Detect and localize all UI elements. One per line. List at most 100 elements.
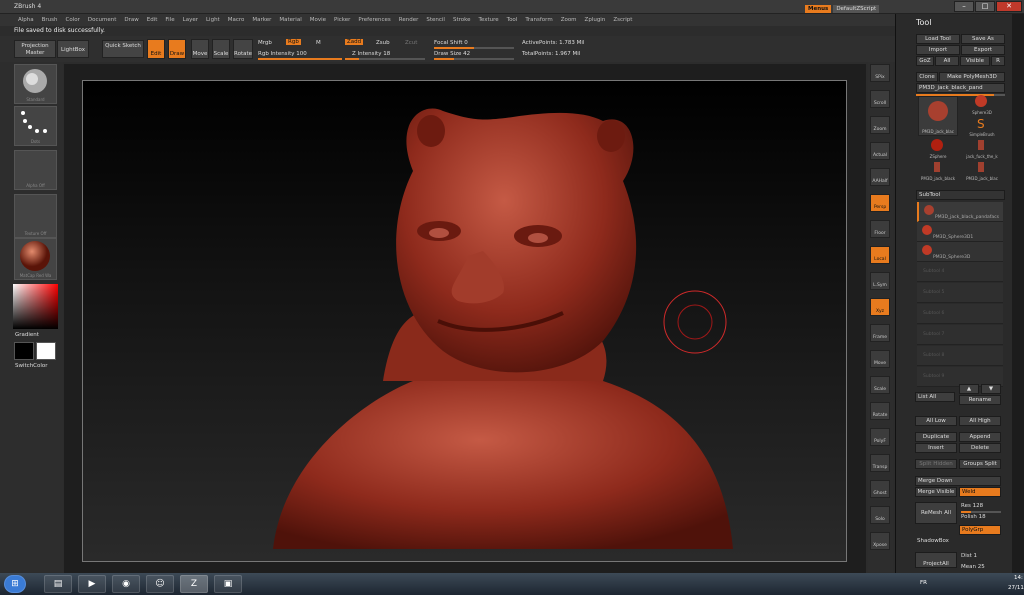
subtool-row[interactable]: PM3D_jack_black_pandafacs — [917, 202, 1003, 222]
subtool-empty-slot[interactable]: Subtool 8 — [917, 346, 1003, 366]
subtool-empty-slot[interactable]: Subtool 4 — [917, 262, 1003, 282]
all-low-button[interactable]: All Low — [915, 416, 957, 426]
menu-item-document[interactable]: Document — [84, 17, 121, 23]
language-indicator[interactable]: FR — [920, 580, 927, 586]
draw-size-slider[interactable] — [434, 58, 514, 60]
menu-item-stroke[interactable]: Stroke — [449, 17, 475, 23]
draw-size-label[interactable]: Draw Size 42 — [434, 51, 470, 57]
explorer-taskbar-icon[interactable]: ▤ — [44, 575, 72, 593]
secondary-color-swatch[interactable] — [14, 342, 34, 360]
subtool-empty-slot[interactable]: Subtool 6 — [917, 304, 1003, 324]
shelf-button-spix[interactable]: SPix — [870, 64, 890, 82]
subtool-header[interactable]: SubTool — [916, 190, 1005, 200]
current-tool-name[interactable]: PM3D_jack_black_pand — [916, 83, 1005, 93]
shelf-button-polyf[interactable]: PolyF — [870, 428, 890, 446]
menu-item-file[interactable]: File — [161, 17, 178, 23]
menu-item-movie[interactable]: Movie — [306, 17, 330, 23]
color-picker[interactable] — [13, 284, 58, 329]
tool-thumb-sphere[interactable]: Sphere3D — [962, 94, 1002, 116]
subtool-empty-slot[interactable]: Subtool 7 — [917, 325, 1003, 345]
weld-toggle[interactable]: Weld — [959, 487, 1001, 497]
chrome-taskbar-icon[interactable]: ◉ — [112, 575, 140, 593]
menu-item-alpha[interactable]: Alpha — [14, 17, 38, 23]
media-player-taskbar-icon[interactable]: ▶ — [78, 575, 106, 593]
arrow-up-button[interactable]: ▲ — [959, 384, 979, 394]
shelf-button-xyz[interactable]: Xyz — [870, 298, 890, 316]
arrow-down-button[interactable]: ▼ — [981, 384, 1001, 394]
insert-button[interactable]: Insert — [915, 443, 957, 453]
zsub-toggle[interactable]: Zsub — [376, 40, 390, 46]
duplicate-button[interactable]: Duplicate — [915, 432, 957, 442]
texture-selector[interactable]: Texture Off — [14, 194, 57, 238]
list-all-button[interactable]: List All — [915, 392, 955, 402]
focal-shift-slider[interactable] — [434, 47, 514, 49]
maximize-button[interactable]: □ — [975, 1, 995, 12]
res-label[interactable]: Res 128 — [961, 503, 983, 509]
script-button[interactable]: DefaultZScript — [833, 5, 880, 13]
tool-thumb-zsphere[interactable]: ZSphere — [918, 138, 958, 160]
menu-item-transform[interactable]: Transform — [521, 17, 556, 23]
z-intensity-slider[interactable] — [345, 58, 425, 60]
delete-button[interactable]: Delete — [959, 443, 1001, 453]
shelf-button-actual[interactable]: Actual — [870, 142, 890, 160]
shelf-button-move[interactable]: Move — [870, 350, 890, 368]
stroke-selector[interactable]: Dots — [14, 106, 57, 146]
menus-button[interactable]: Menus — [805, 5, 832, 13]
dist-label[interactable]: Dist 1 — [961, 553, 977, 559]
rgb-toggle[interactable]: Rgb — [286, 39, 301, 45]
menu-item-marker[interactable]: Marker — [248, 17, 275, 23]
goz-button[interactable]: GoZ — [916, 56, 934, 66]
shelf-button-ghost[interactable]: Ghost — [870, 480, 890, 498]
polish-label[interactable]: Polish 18 — [961, 514, 986, 520]
shelf-button-transp[interactable]: Transp — [870, 454, 890, 472]
rgb-intensity-slider[interactable] — [258, 58, 342, 60]
minimize-button[interactable]: – — [954, 1, 974, 12]
menu-item-picker[interactable]: Picker — [330, 17, 354, 23]
shelf-button-solo[interactable]: Solo — [870, 506, 890, 524]
menu-item-texture[interactable]: Texture — [475, 17, 503, 23]
menu-item-zplugin[interactable]: Zplugin — [581, 17, 610, 23]
zadd-toggle[interactable]: Zadd — [345, 39, 364, 45]
tool-thumb-active[interactable]: PM3D_jack_blac — [918, 96, 958, 136]
zcut-toggle[interactable]: Zcut — [405, 40, 417, 46]
clock-date[interactable]: 27/11 — [1008, 585, 1024, 591]
rotate-button[interactable]: Rotate — [233, 39, 253, 59]
document-canvas[interactable] — [82, 80, 847, 562]
merge-down-button[interactable]: Merge Down — [915, 476, 1001, 486]
close-button[interactable]: ✕ — [996, 1, 1022, 12]
import-button[interactable]: Import — [916, 45, 960, 55]
clock-time[interactable]: 14: — [1014, 575, 1023, 581]
append-button[interactable]: Append — [959, 432, 1001, 442]
messenger-taskbar-icon[interactable]: ☺ — [146, 575, 174, 593]
polygrp-toggle[interactable]: PolyGrp — [959, 525, 1001, 535]
split-hidden-button[interactable]: Split Hidden — [915, 459, 957, 469]
switchcolor-button[interactable]: SwitchColor — [15, 363, 48, 369]
tool-thumb-pm3d-1[interactable]: PM3D_jack_black — [918, 160, 958, 182]
shelf-button-xpose[interactable]: Xpose — [870, 532, 890, 550]
menu-item-render[interactable]: Render — [395, 17, 423, 23]
main-color-swatch[interactable] — [36, 342, 56, 360]
menu-item-macro[interactable]: Macro — [224, 17, 249, 23]
menu-item-draw[interactable]: Draw — [120, 17, 142, 23]
shelf-button-rotate[interactable]: Rotate — [870, 402, 890, 420]
rename-button[interactable]: Rename — [959, 395, 1001, 405]
shelf-button-l-sym[interactable]: L.Sym — [870, 272, 890, 290]
remesh-all-button[interactable]: ReMesh All — [915, 502, 957, 524]
menu-item-layer[interactable]: Layer — [179, 17, 202, 23]
window-taskbar-icon[interactable]: ▣ — [214, 575, 242, 593]
scale-button[interactable]: Scale — [212, 39, 230, 59]
subtool-empty-slot[interactable]: Subtool 5 — [917, 283, 1003, 303]
shelf-button-local[interactable]: Local — [870, 246, 890, 264]
menu-item-zscript[interactable]: Zscript — [609, 17, 636, 23]
brush-selector[interactable]: Standard — [14, 64, 57, 104]
shelf-button-aahalf[interactable]: AAHalf — [870, 168, 890, 186]
rgb-intensity-label[interactable]: Rgb Intensity 100 — [258, 51, 307, 57]
shelf-button-floor[interactable]: Floor — [870, 220, 890, 238]
alpha-selector[interactable]: Alpha Off — [14, 150, 57, 190]
tool-thumb-simplebrush[interactable]: S SimpleBrush — [962, 116, 1002, 138]
tool-palette-scrollbar[interactable] — [1012, 14, 1024, 576]
menu-item-zoom[interactable]: Zoom — [557, 17, 581, 23]
menu-item-edit[interactable]: Edit — [143, 17, 162, 23]
draw-button[interactable]: Draw — [168, 39, 186, 59]
menu-item-tool[interactable]: Tool — [503, 17, 522, 23]
